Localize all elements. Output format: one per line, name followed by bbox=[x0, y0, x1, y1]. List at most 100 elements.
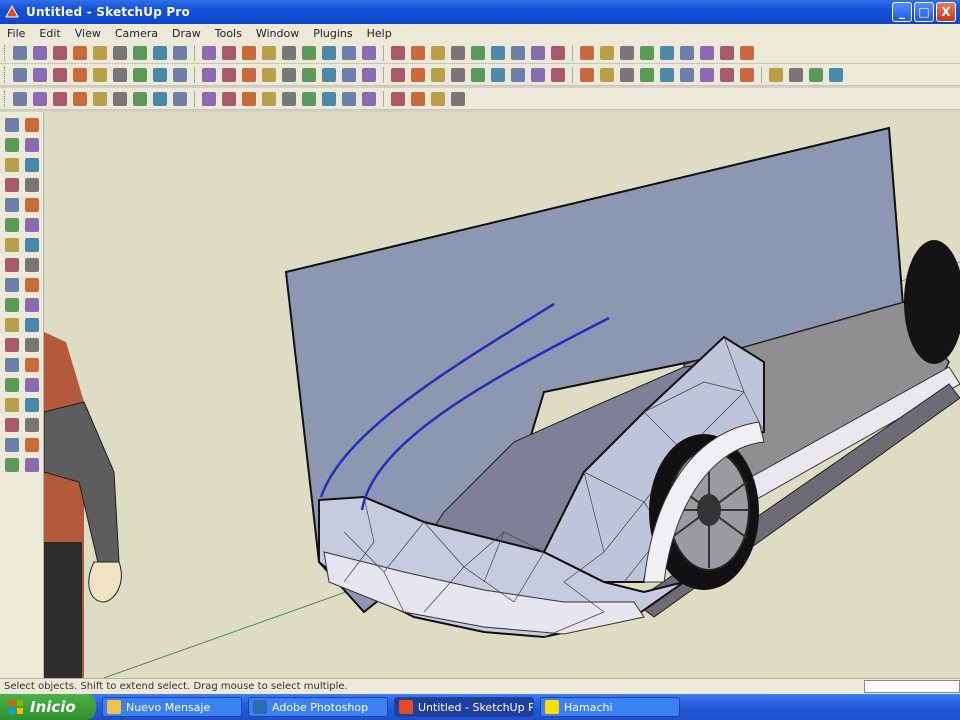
save-icon[interactable] bbox=[53, 45, 67, 60]
section-icon[interactable] bbox=[362, 67, 376, 82]
move-icon[interactable] bbox=[4, 218, 19, 232]
arc-icon[interactable] bbox=[33, 67, 47, 82]
pan-icon[interactable] bbox=[24, 338, 39, 352]
iso-icon[interactable] bbox=[133, 91, 147, 106]
erase-icon[interactable] bbox=[133, 45, 147, 60]
toolbar-grip[interactable] bbox=[4, 66, 7, 83]
monochrome-icon[interactable] bbox=[113, 91, 127, 106]
menu-file[interactable]: File bbox=[0, 27, 32, 40]
open-icon[interactable] bbox=[33, 45, 47, 60]
zoom-extents-icon[interactable] bbox=[4, 378, 19, 392]
rotate-icon[interactable] bbox=[580, 67, 594, 82]
section-icon[interactable] bbox=[740, 67, 754, 82]
menu-camera[interactable]: Camera bbox=[108, 27, 165, 40]
minimize-button[interactable]: _ bbox=[892, 2, 912, 22]
erase-icon[interactable] bbox=[511, 45, 525, 60]
rectangle-icon[interactable] bbox=[829, 67, 843, 82]
line-icon[interactable] bbox=[391, 67, 405, 82]
wireframe-icon[interactable] bbox=[282, 91, 296, 106]
paste-icon[interactable] bbox=[113, 45, 127, 60]
line-icon[interactable] bbox=[13, 67, 27, 82]
rectangle-icon[interactable] bbox=[73, 67, 87, 82]
open-icon[interactable] bbox=[411, 45, 425, 60]
select-icon[interactable] bbox=[4, 118, 19, 132]
left-icon[interactable] bbox=[242, 91, 256, 106]
move-icon[interactable] bbox=[551, 67, 565, 82]
redo-icon[interactable] bbox=[551, 45, 565, 60]
offset-icon[interactable] bbox=[24, 258, 39, 272]
paint-icon[interactable] bbox=[4, 138, 19, 152]
right-icon[interactable] bbox=[202, 91, 216, 106]
front-icon[interactable] bbox=[173, 91, 187, 106]
drawing-area[interactable] bbox=[44, 112, 960, 678]
menu-draw[interactable]: Draw bbox=[165, 27, 208, 40]
pan-icon[interactable] bbox=[680, 45, 694, 60]
close-button[interactable]: X bbox=[936, 2, 956, 22]
orbit-icon[interactable] bbox=[4, 338, 19, 352]
dimension-icon[interactable] bbox=[660, 67, 674, 82]
top-icon[interactable] bbox=[153, 91, 167, 106]
orbit-icon[interactable] bbox=[282, 45, 296, 60]
xray-icon[interactable] bbox=[13, 91, 27, 106]
scale-icon[interactable] bbox=[600, 67, 614, 82]
iso-icon[interactable] bbox=[391, 91, 405, 106]
zoom-icon[interactable] bbox=[4, 358, 19, 372]
axes-icon[interactable] bbox=[4, 318, 19, 332]
shaded-icon[interactable] bbox=[322, 91, 336, 106]
measurements-box[interactable] bbox=[864, 680, 960, 693]
offset-icon[interactable] bbox=[242, 67, 256, 82]
maximize-button[interactable]: □ bbox=[914, 2, 934, 22]
right-icon[interactable] bbox=[451, 91, 465, 106]
front-icon[interactable] bbox=[431, 91, 445, 106]
move-icon[interactable] bbox=[173, 67, 187, 82]
print-icon[interactable] bbox=[202, 45, 216, 60]
circle-icon[interactable] bbox=[4, 178, 19, 192]
line-icon[interactable] bbox=[24, 158, 39, 172]
tape-icon[interactable] bbox=[262, 67, 276, 82]
dimension-icon[interactable] bbox=[24, 278, 39, 292]
task-sketchup[interactable]: Untitled - SketchUp Pro bbox=[394, 697, 534, 717]
zoom-extents-icon[interactable] bbox=[342, 45, 356, 60]
menu-edit[interactable]: Edit bbox=[32, 27, 67, 40]
new-icon[interactable] bbox=[391, 45, 405, 60]
paint-icon[interactable] bbox=[640, 45, 654, 60]
copy-icon[interactable] bbox=[93, 45, 107, 60]
arc-icon[interactable] bbox=[789, 67, 803, 82]
zoom-icon[interactable] bbox=[322, 45, 336, 60]
rotate-icon[interactable] bbox=[202, 67, 216, 82]
select-icon[interactable] bbox=[242, 45, 256, 60]
polygon-icon[interactable] bbox=[491, 67, 505, 82]
zoom-icon[interactable] bbox=[700, 45, 714, 60]
title-bar[interactable]: Untitled - SketchUp Pro _ □ X bbox=[0, 0, 960, 24]
wireframe-icon[interactable] bbox=[33, 91, 47, 106]
task-hamachi[interactable]: Hamachi bbox=[540, 697, 680, 717]
xray-icon[interactable] bbox=[262, 91, 276, 106]
rectangle-icon[interactable] bbox=[451, 67, 465, 82]
circle-icon[interactable] bbox=[93, 67, 107, 82]
section-plane-icon[interactable] bbox=[24, 418, 39, 432]
select-icon[interactable] bbox=[620, 45, 634, 60]
hidden-line-icon[interactable] bbox=[53, 91, 67, 106]
freehand-icon[interactable] bbox=[24, 198, 39, 212]
tape-icon[interactable] bbox=[640, 67, 654, 82]
layers-icon[interactable] bbox=[24, 458, 39, 472]
scale-icon[interactable] bbox=[4, 258, 19, 272]
toolbar-grip[interactable] bbox=[4, 44, 7, 61]
menu-tools[interactable]: Tools bbox=[208, 27, 249, 40]
3d-text-icon[interactable] bbox=[24, 318, 39, 332]
top-icon[interactable] bbox=[411, 91, 425, 106]
freehand-icon[interactable] bbox=[431, 67, 445, 82]
print-icon[interactable] bbox=[580, 45, 594, 60]
line-icon[interactable] bbox=[769, 67, 783, 82]
menu-plugins[interactable]: Plugins bbox=[306, 27, 359, 40]
protractor-icon[interactable] bbox=[4, 298, 19, 312]
follow-me-icon[interactable] bbox=[24, 238, 39, 252]
dimension-icon[interactable] bbox=[282, 67, 296, 82]
textured-icon[interactable] bbox=[342, 91, 356, 106]
model-info-icon[interactable] bbox=[600, 45, 614, 60]
arc-icon[interactable] bbox=[24, 178, 39, 192]
look-around-icon[interactable] bbox=[4, 418, 19, 432]
polygon-icon[interactable] bbox=[113, 67, 127, 82]
follow-me-icon[interactable] bbox=[531, 67, 545, 82]
protractor-icon[interactable] bbox=[302, 67, 316, 82]
